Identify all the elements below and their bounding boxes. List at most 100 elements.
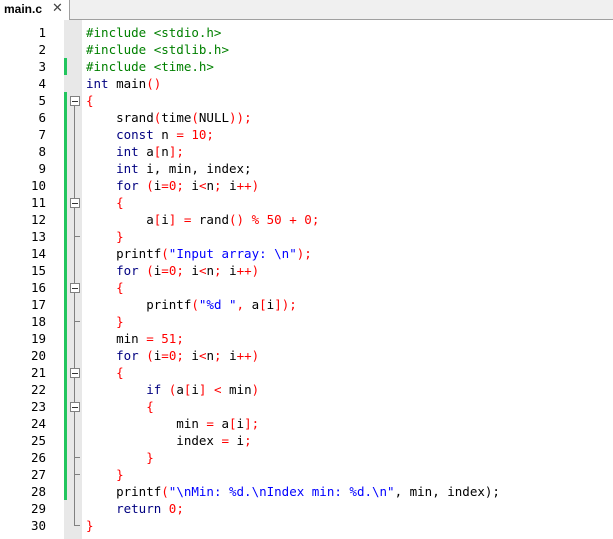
line-number: 14 [30, 246, 46, 261]
code-line[interactable]: 20 for (i=0; i<n; i++) [0, 347, 613, 364]
line-number: 10 [30, 178, 46, 193]
line-number: 28 [30, 484, 46, 499]
code-line[interactable]: 23 { [0, 398, 613, 415]
line-number: 3 [38, 59, 46, 74]
line-number: 9 [38, 161, 46, 176]
line-number: 24 [30, 416, 46, 431]
code-line[interactable]: 27 } [0, 466, 613, 483]
code-line[interactable]: 26 } [0, 449, 613, 466]
code-token: min [86, 331, 147, 346]
code-token: const [86, 127, 154, 142]
code-line[interactable]: 3 #include <time.h> [0, 58, 613, 75]
code-token: { [86, 280, 124, 295]
change-marker [64, 398, 67, 415]
line-number: 8 [38, 144, 46, 159]
code-token: "Input array: \n" [168, 246, 297, 261]
fold-toggle-icon[interactable] [70, 368, 80, 378]
code-line[interactable]: 22 if (a[i] < min) [0, 381, 613, 398]
code-line[interactable]: 6 srand(time(NULL)); [0, 109, 613, 126]
change-marker [64, 347, 67, 364]
code-editor[interactable]: 1 #include <stdio.h> 2 #include <stdlib.h> 3… [0, 20, 613, 539]
code-token: } [86, 314, 124, 329]
fold-toggle-icon[interactable] [70, 402, 80, 412]
code-line[interactable]: 5{ [0, 92, 613, 109]
code-token: n [161, 144, 169, 159]
code-token: + [281, 212, 305, 227]
code-token: #include <stdlib.h> [86, 42, 229, 57]
code-line[interactable]: 21 { [0, 364, 613, 381]
code-token: i [229, 348, 237, 363]
code-token: 51 [153, 331, 177, 346]
fold-line [74, 415, 75, 432]
line-number: 16 [30, 280, 46, 295]
change-marker [64, 58, 67, 75]
code-token: "%d " [198, 297, 237, 312]
code-line[interactable]: 14 printf("Input array: \n"); [0, 245, 613, 262]
code-text: min = 51; [86, 330, 184, 347]
code-line[interactable]: 19 min = 51; [0, 330, 613, 347]
code-line[interactable]: 12 a[i] = rand() % 50 + 0; [0, 211, 613, 228]
code-token: ]; [168, 144, 184, 159]
code-token: = [161, 263, 169, 278]
code-token: n [206, 263, 214, 278]
code-line[interactable]: 24 min = a[i]; [0, 415, 613, 432]
code-text: #include <stdio.h> [86, 24, 221, 41]
code-token: { [86, 195, 124, 210]
code-token: ; [214, 178, 230, 193]
close-icon[interactable]: ✕ [52, 1, 63, 16]
code-line[interactable]: 29 return 0; [0, 500, 613, 517]
tab-main-c[interactable]: main.c ✕ [0, 0, 70, 20]
change-marker [64, 262, 67, 279]
tab-bar: main.c ✕ [0, 0, 613, 20]
code-token: } [86, 450, 154, 465]
code-line[interactable]: 2 #include <stdlib.h> [0, 41, 613, 58]
code-line[interactable]: 30} [0, 517, 613, 534]
code-line[interactable]: 10 for (i=0; i<n; i++) [0, 177, 613, 194]
code-text: min = a[i]; [86, 415, 259, 432]
code-token: i [191, 348, 199, 363]
change-marker [64, 143, 67, 160]
code-token: n [153, 127, 177, 142]
code-token: i [191, 178, 199, 193]
code-token: = [146, 331, 154, 346]
code-token: 0 [304, 212, 312, 227]
code-token: a [251, 297, 260, 312]
code-line[interactable]: 13 } [0, 228, 613, 245]
code-line[interactable]: 28 printf("\nMin: %d.\nIndex min: %d.\n"… [0, 483, 613, 500]
line-number: 1 [38, 25, 46, 40]
change-marker [64, 330, 67, 347]
fold-line [74, 262, 75, 279]
change-marker [64, 279, 67, 296]
code-token: a [86, 212, 154, 227]
code-token: ( [138, 263, 154, 278]
fold-toggle-icon[interactable] [70, 198, 80, 208]
fold-end-marker [74, 474, 80, 475]
code-text: printf("%d ", a[i]); [86, 296, 297, 313]
fold-toggle-icon[interactable] [70, 283, 80, 293]
code-line[interactable]: 16 { [0, 279, 613, 296]
code-token: ; [214, 263, 230, 278]
code-text: const n = 10; [86, 126, 214, 143]
code-token: min [229, 382, 252, 397]
code-text: { [86, 364, 124, 381]
line-number: 20 [30, 348, 46, 363]
code-text: #include <time.h> [86, 58, 214, 75]
code-token: time [161, 110, 192, 125]
code-line[interactable]: 9 int i, min, index; [0, 160, 613, 177]
code-line[interactable]: 11 { [0, 194, 613, 211]
code-line[interactable]: 25 index = i; [0, 432, 613, 449]
code-token: 50 [266, 212, 282, 227]
code-line[interactable]: 8 int a[n]; [0, 143, 613, 160]
code-token: , min, index); [394, 484, 500, 499]
code-token: } [86, 518, 94, 533]
code-token: n [206, 348, 214, 363]
code-token: [ [259, 297, 267, 312]
code-line[interactable]: 1 #include <stdio.h> [0, 24, 613, 41]
code-line[interactable]: 17 printf("%d ", a[i]); [0, 296, 613, 313]
code-line[interactable]: 4 int main() [0, 75, 613, 92]
code-line[interactable]: 15 for (i=0; i<n; i++) [0, 262, 613, 279]
fold-toggle-icon[interactable] [70, 96, 80, 106]
code-line[interactable]: 18 } [0, 313, 613, 330]
line-number: 15 [30, 263, 46, 278]
code-line[interactable]: 7 const n = 10; [0, 126, 613, 143]
